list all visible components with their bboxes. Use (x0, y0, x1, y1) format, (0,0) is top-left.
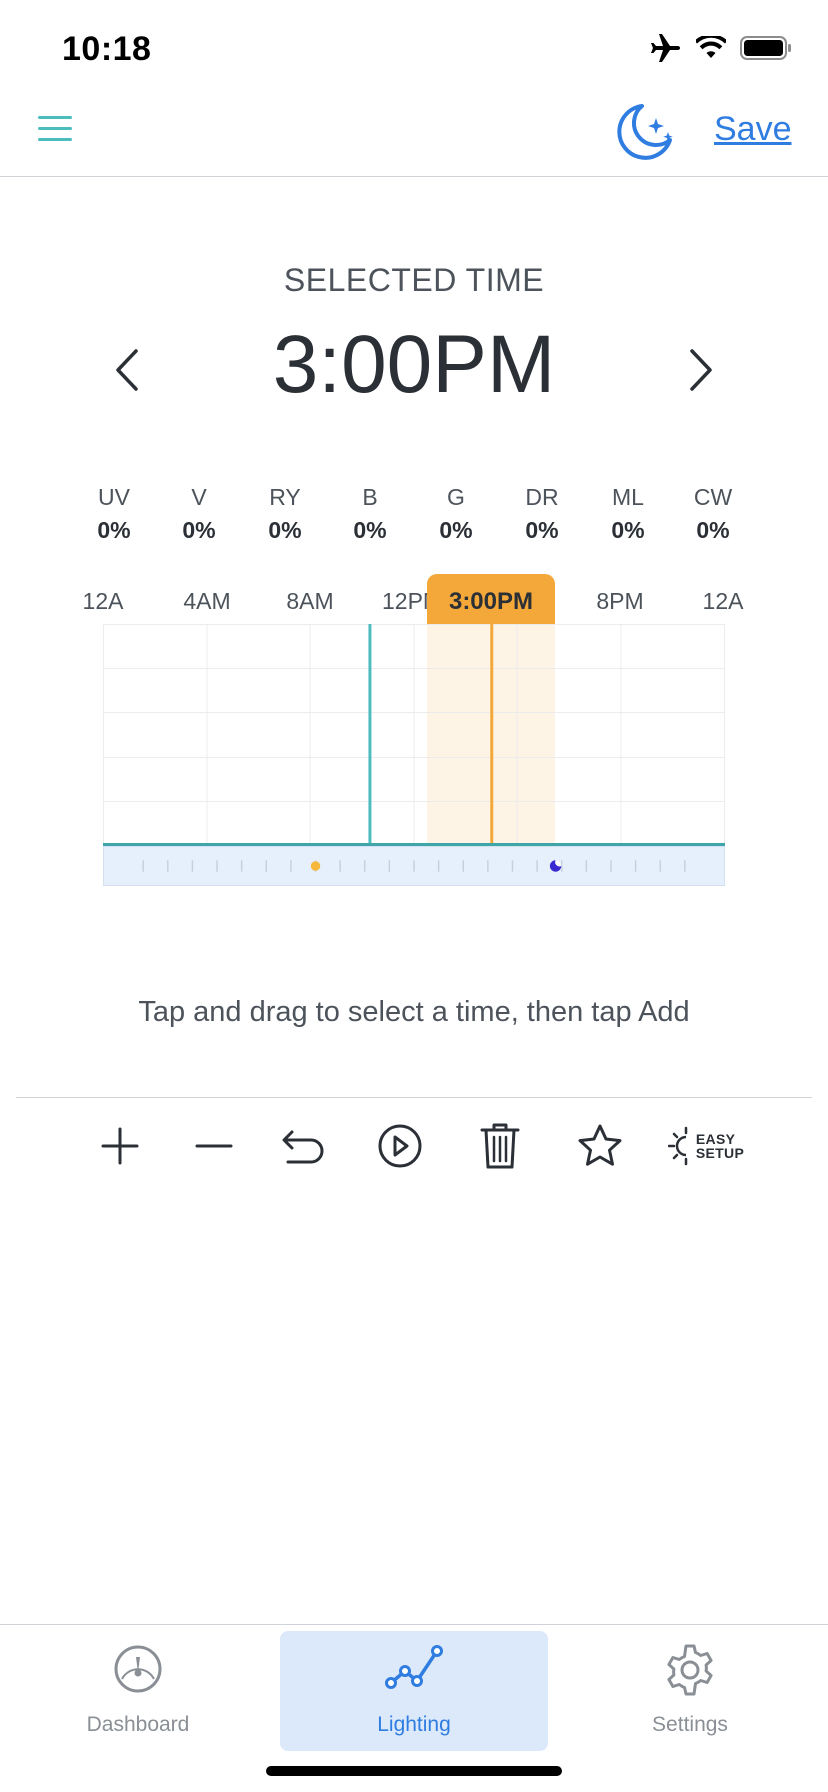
tab-settings[interactable]: Settings (556, 1631, 824, 1751)
channel-name: CW (693, 484, 733, 510)
lighting-schedule-chart[interactable]: 12A 4AM 8AM 12PM 8PM 12A 3:00PM (0, 570, 828, 890)
channel-name: G (447, 484, 465, 510)
undo-button[interactable] (276, 1118, 332, 1174)
hamburger-menu-icon[interactable] (38, 116, 72, 148)
channel-dr: DR 0% (499, 484, 585, 544)
channel-ry: RY 0% (242, 484, 328, 544)
undo-icon (282, 1130, 324, 1164)
channel-value: 0% (525, 517, 559, 543)
trash-icon (480, 1123, 520, 1169)
easy-setup-label: EASY SETUP (696, 1132, 744, 1160)
airplane-icon (651, 34, 680, 62)
timeline-ticks (142, 860, 686, 872)
sun-moon-timeline (103, 846, 725, 886)
channel-value: 0% (97, 517, 131, 543)
channel-v: V 0% (156, 484, 242, 544)
nav-bar: Save (0, 92, 828, 177)
sunrise-icon (310, 861, 321, 871)
channel-values: UV 0% V 0% RY 0% B 0% G 0% DR 0% ML 0% CW 0% (0, 484, 828, 544)
easy-setup-button[interactable]: EASY SETUP (664, 1118, 748, 1174)
tab-label: Lighting (377, 1713, 451, 1736)
remove-point-button[interactable] (186, 1118, 242, 1174)
status-icons (650, 34, 792, 62)
time-label: 12A (702, 588, 744, 614)
play-preview-button[interactable] (372, 1118, 428, 1174)
save-button[interactable]: Save (714, 110, 792, 149)
selected-time-label: SELECTED TIME (283, 262, 545, 298)
tab-lighting[interactable]: Lighting (280, 1631, 548, 1751)
time-label: 4AM (183, 588, 231, 614)
action-toolbar: EASY SETUP (16, 1097, 812, 1187)
status-time: 10:18 (62, 30, 152, 68)
play-circle-icon (378, 1124, 422, 1168)
channel-name: UV (98, 484, 130, 510)
line-graph-icon (385, 1645, 443, 1689)
intensity-graph[interactable] (103, 624, 725, 846)
add-point-button[interactable] (92, 1118, 148, 1174)
channel-value: 0% (268, 517, 302, 543)
channel-name: V (191, 484, 207, 510)
channel-g: G 0% (413, 484, 499, 544)
channel-value: 0% (439, 517, 473, 543)
channel-cw: CW 0% (670, 484, 756, 544)
time-label: 8AM (286, 588, 334, 614)
gear-icon (667, 1644, 713, 1696)
time-axis: 12A 4AM 8AM 12PM 8PM 12A (0, 570, 828, 620)
grid (103, 624, 725, 846)
minus-icon (195, 1144, 233, 1148)
moon-mode-icon[interactable] (612, 100, 678, 166)
time-label: 12A (82, 588, 124, 614)
time-label: 8PM (596, 588, 644, 614)
time-label: 12PM (382, 588, 428, 614)
channel-value: 0% (182, 517, 216, 543)
wifi-icon (696, 36, 726, 58)
channel-b: B 0% (327, 484, 413, 544)
plus-icon (101, 1127, 139, 1165)
channel-value: 0% (696, 517, 730, 543)
moonrise-icon (549, 860, 562, 872)
easy-setup-line1: EASY (695, 1131, 736, 1147)
channel-name: ML (612, 484, 644, 510)
gauge-icon (114, 1645, 162, 1693)
instruction-hint: Tap and drag to select a time, then tap … (138, 996, 690, 1028)
chevron-right-icon[interactable] (680, 345, 720, 395)
channel-name: B (362, 484, 378, 510)
status-bar: 10:18 (0, 0, 828, 92)
tab-dashboard[interactable]: Dashboard (4, 1631, 272, 1751)
channel-name: RY (269, 484, 301, 510)
easy-setup-line2: SETUP (695, 1145, 745, 1161)
delete-button[interactable] (472, 1118, 528, 1174)
channel-name: DR (525, 484, 559, 510)
channel-value: 0% (353, 517, 387, 543)
channel-value: 0% (611, 517, 645, 543)
star-icon (578, 1124, 622, 1166)
home-indicator (266, 1766, 562, 1776)
selected-time-pill[interactable]: 3:00PM (427, 574, 555, 624)
channel-ml: ML 0% (585, 484, 671, 544)
tab-label: Settings (652, 1713, 728, 1736)
favorite-button[interactable] (572, 1118, 628, 1174)
battery-icon (740, 36, 791, 60)
easy-setup-sun-icon (667, 1126, 688, 1166)
channel-uv: UV 0% (71, 484, 157, 544)
tab-label: Dashboard (86, 1713, 190, 1736)
